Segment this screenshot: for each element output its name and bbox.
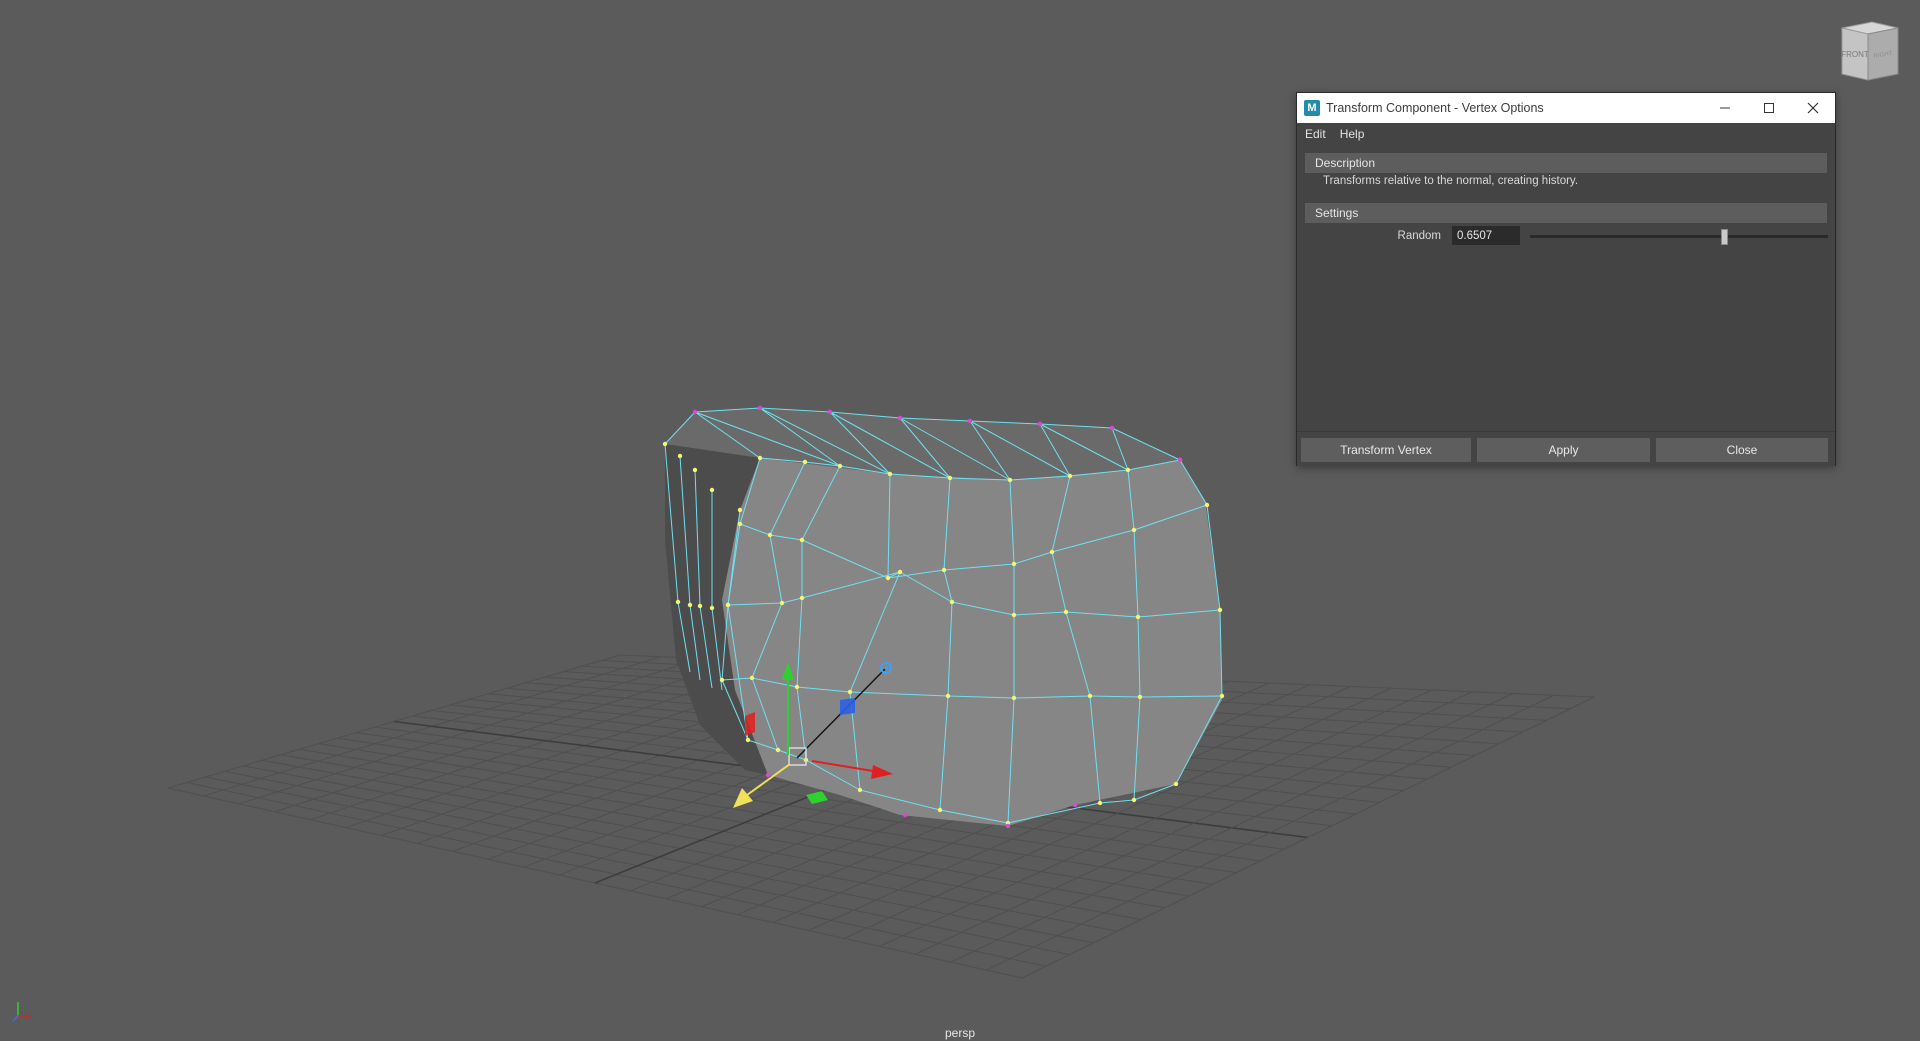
selected-vertex[interactable] — [897, 569, 903, 575]
selected-vertex[interactable] — [847, 689, 853, 695]
vertex[interactable] — [1109, 425, 1115, 431]
selected-vertex[interactable] — [937, 807, 943, 813]
vertex[interactable] — [902, 812, 908, 818]
vertex[interactable] — [1005, 823, 1011, 829]
random-input[interactable] — [1452, 226, 1520, 245]
description-section-header[interactable]: Description — [1305, 153, 1827, 173]
vertex[interactable] — [1177, 457, 1183, 463]
vertex[interactable] — [897, 415, 903, 421]
selected-vertex[interactable] — [1011, 612, 1017, 618]
mesh-front-face[interactable] — [722, 458, 1222, 826]
selected-vertex[interactable] — [709, 487, 715, 493]
maximize-icon — [1764, 103, 1774, 113]
selected-vertex[interactable] — [887, 471, 893, 477]
selected-vertex[interactable] — [709, 605, 715, 611]
xz-plane-handle-icon[interactable] — [806, 791, 828, 804]
transform-component-dialog[interactable]: M Transform Component - Vertex Options E… — [1296, 92, 1836, 466]
selected-vertex[interactable] — [677, 453, 683, 459]
selected-vertex[interactable] — [1137, 694, 1143, 700]
dialog-titlebar[interactable]: M Transform Component - Vertex Options — [1297, 93, 1835, 123]
selected-vertex[interactable] — [837, 463, 843, 469]
yz-plane-handle-icon[interactable] — [745, 712, 755, 736]
selected-vertex[interactable] — [799, 595, 805, 601]
selected-vertex[interactable] — [857, 787, 863, 793]
selected-vertex[interactable] — [947, 475, 953, 481]
view-cube[interactable]: FRONT RIGHT — [1834, 18, 1904, 84]
selected-vertex[interactable] — [697, 603, 703, 609]
minimize-icon — [1720, 107, 1730, 109]
selected-vertex[interactable] — [719, 677, 725, 683]
xy-plane-handle-icon[interactable] — [840, 698, 855, 715]
selected-vertex[interactable] — [1067, 473, 1073, 479]
random-label: Random — [1397, 230, 1441, 242]
selected-vertex[interactable] — [745, 737, 751, 743]
selected-vertex[interactable] — [799, 537, 805, 543]
viewcube-front-label: FRONT — [1841, 50, 1869, 59]
selected-vertex[interactable] — [779, 600, 785, 606]
selected-vertex[interactable] — [775, 747, 781, 753]
selected-vertex[interactable] — [725, 602, 731, 608]
close-window-button[interactable] — [1791, 93, 1835, 123]
selected-vertex[interactable] — [949, 599, 955, 605]
vertex[interactable] — [827, 409, 833, 415]
vertex[interactable] — [967, 418, 973, 424]
selected-vertex[interactable] — [1131, 527, 1137, 533]
random-slider-track[interactable] — [1530, 229, 1828, 245]
selected-vertex[interactable] — [1063, 609, 1069, 615]
selected-vertex[interactable] — [1011, 561, 1017, 567]
selected-vertex[interactable] — [1007, 477, 1013, 483]
selected-vertex[interactable] — [749, 675, 755, 681]
selected-vertex[interactable] — [1173, 781, 1179, 787]
selected-vertex[interactable] — [1131, 797, 1137, 803]
transform-vertex-button[interactable]: Transform Vertex — [1301, 438, 1471, 462]
selected-vertex[interactable] — [794, 684, 800, 690]
description-text: Transforms relative to the normal, creat… — [1323, 175, 1579, 187]
menu-edit[interactable]: Edit — [1305, 127, 1326, 141]
vertex[interactable] — [692, 409, 698, 415]
selected-vertex[interactable] — [1217, 607, 1223, 613]
selected-vertex[interactable] — [737, 507, 743, 513]
selected-vertex[interactable] — [1049, 549, 1055, 555]
random-slider-handle[interactable] — [1720, 229, 1728, 245]
selected-vertex[interactable] — [1097, 800, 1103, 806]
apply-button[interactable]: Apply — [1477, 438, 1650, 462]
settings-section-header[interactable]: Settings — [1305, 203, 1827, 223]
rock-mesh[interactable] — [662, 405, 1225, 829]
selected-vertex[interactable] — [675, 599, 681, 605]
maya-app-icon: M — [1304, 100, 1320, 116]
selected-vertex[interactable] — [692, 467, 698, 473]
selected-vertex[interactable] — [1125, 467, 1131, 473]
vertex[interactable] — [765, 772, 771, 778]
vertex[interactable] — [757, 405, 763, 411]
selected-vertex[interactable] — [1011, 695, 1017, 701]
selected-vertex[interactable] — [767, 532, 773, 538]
random-setting-row: Random — [1305, 225, 1828, 249]
selected-vertex[interactable] — [1219, 693, 1225, 699]
menu-help[interactable]: Help — [1340, 127, 1365, 141]
selected-vertex[interactable] — [802, 459, 808, 465]
selected-vertex[interactable] — [737, 521, 743, 527]
selected-vertex[interactable] — [1135, 614, 1141, 620]
camera-label: persp — [944, 1026, 976, 1040]
dialog-button-bar: Transform Vertex Apply Close — [1297, 431, 1835, 466]
close-button[interactable]: Close — [1656, 438, 1828, 462]
selected-vertex[interactable] — [662, 441, 668, 447]
dialog-menubar: Edit Help — [1297, 123, 1835, 145]
selected-vertex[interactable] — [1204, 502, 1210, 508]
selected-vertex[interactable] — [945, 693, 951, 699]
selected-vertex[interactable] — [941, 567, 947, 573]
vertex[interactable] — [1037, 421, 1043, 427]
maximize-button[interactable] — [1747, 93, 1791, 123]
selected-vertex[interactable] — [1087, 693, 1093, 699]
selected-vertex[interactable] — [885, 575, 891, 581]
minimize-button[interactable] — [1703, 93, 1747, 123]
vertex[interactable] — [1072, 802, 1078, 808]
selected-vertex[interactable] — [757, 455, 763, 461]
selected-vertex[interactable] — [687, 602, 693, 608]
close-icon — [1807, 102, 1819, 114]
dialog-title: Transform Component - Vertex Options — [1326, 101, 1544, 115]
